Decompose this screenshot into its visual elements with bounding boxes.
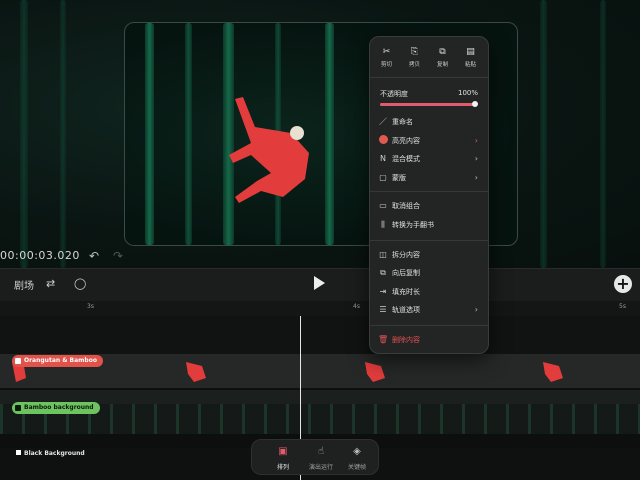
nav-arrange[interactable]: 排列 xyxy=(262,462,304,471)
arrange-icon[interactable]: ▣ xyxy=(262,446,304,457)
play-button[interactable] xyxy=(314,276,325,290)
track-label-bamboo[interactable]: Bamboo background xyxy=(12,402,100,414)
bamboo-stalk xyxy=(20,0,28,268)
scissors-icon: ✂ xyxy=(382,47,391,57)
fill-duration-icon: ⇥ xyxy=(379,287,387,296)
split-icon: ◫ xyxy=(379,250,387,259)
redo-icon[interactable]: ↷ xyxy=(113,249,123,263)
paste-icon: ▤ xyxy=(466,47,475,57)
track-label-orangutan[interactable]: Orangutan & Bamboo xyxy=(12,355,103,367)
menu-ungroup[interactable]: ▭ 取消组合 xyxy=(378,199,480,213)
cut-action[interactable]: ✂ 剪切 xyxy=(373,47,400,68)
menu-delete[interactable]: 🗑 删除内容 xyxy=(378,333,480,347)
chevron-right-icon: › xyxy=(474,173,478,182)
empty-track-area xyxy=(0,316,640,354)
opacity-slider[interactable] xyxy=(380,101,478,107)
add-button[interactable]: + xyxy=(614,275,632,293)
context-menu: ✂ 剪切 ⎘ 拷贝 ⧉ 复制 ▤ 粘贴 不透明度 100% ／重命名 高亮内容 › N 混合… xyxy=(369,36,489,354)
ruler-tick: 4s xyxy=(353,303,360,310)
checkbox[interactable] xyxy=(16,450,21,455)
paste-action[interactable]: ▤ 粘贴 xyxy=(457,47,484,68)
clip-thumbnail xyxy=(543,362,563,382)
undo-icon[interactable]: ↶ xyxy=(89,249,99,263)
comment-icon[interactable]: ◯ xyxy=(74,277,86,290)
menu-blend-mode[interactable]: N 混合模式 › xyxy=(378,152,480,166)
menu-fill-duration[interactable]: ⇥ 填充时长 xyxy=(378,285,480,299)
opacity-fill xyxy=(380,103,476,106)
chevron-right-icon: › xyxy=(474,305,478,314)
highlight-color-icon xyxy=(378,134,388,148)
chevron-right-icon: › xyxy=(474,136,478,145)
flipbook-icon: ⫼ xyxy=(381,220,385,229)
nav-keyframe[interactable]: 关键帧 xyxy=(336,462,378,471)
copy-back-icon: ⧉ xyxy=(380,268,386,277)
bamboo-stalk xyxy=(60,0,66,268)
menu-copy-back[interactable]: ⧉ 向后复制 xyxy=(378,266,480,280)
trash-icon: 🗑 xyxy=(378,335,389,344)
blend-icon: N xyxy=(380,154,386,163)
menu-highlight[interactable]: 高亮内容 › xyxy=(378,134,480,148)
clip-thumbnail xyxy=(186,362,206,382)
orangutan-figure[interactable] xyxy=(221,93,321,203)
menu-split[interactable]: ◫ 拆分内容 xyxy=(378,248,480,262)
bamboo-stalk xyxy=(145,23,154,245)
scene-button[interactable]: 剧场 xyxy=(14,277,34,292)
menu-mask[interactable]: ▢ 蒙版 › xyxy=(378,171,480,185)
ruler-tick: 5s xyxy=(619,303,626,310)
bamboo-stalk xyxy=(540,0,547,268)
track-label-black[interactable]: Black Background xyxy=(16,450,85,457)
timecode: 00:00:03.020 xyxy=(0,249,80,262)
copy-action[interactable]: ⎘ 拷贝 xyxy=(401,47,428,68)
ruler-tick: 3s xyxy=(87,303,94,310)
bamboo-stalk xyxy=(600,0,606,268)
bamboo-stalk xyxy=(185,23,192,245)
slider-thumb[interactable] xyxy=(472,101,478,107)
mask-icon: ▢ xyxy=(379,173,387,182)
time-ruler[interactable]: 3s 4s 5s xyxy=(0,301,640,317)
bottom-nav: ▣ 排列 ☝ 演出运行 ◈ 关键帧 xyxy=(251,439,379,475)
opacity-label: 不透明度 xyxy=(380,90,408,98)
menu-track-options[interactable]: ☰ 轨道选项 › xyxy=(378,303,480,317)
chevron-right-icon: › xyxy=(474,154,478,163)
adjust-icon[interactable]: ⇄ xyxy=(46,277,55,290)
ungroup-icon: ▭ xyxy=(379,201,387,210)
duplicate-icon: ⧉ xyxy=(439,47,446,57)
menu-flipbook[interactable]: ⫼ 转换为手翻书 xyxy=(378,218,480,232)
track-options-icon: ☰ xyxy=(379,305,387,314)
menu-rename[interactable]: ／重命名 xyxy=(378,115,480,129)
copy-icon: ⎘ xyxy=(410,47,419,57)
keyframe-icon[interactable]: ◈ xyxy=(336,446,378,457)
opacity-value: 100% xyxy=(457,89,478,97)
pencil-icon: ／ xyxy=(379,117,387,126)
bamboo-stalk xyxy=(325,23,334,245)
duplicate-action[interactable]: ⧉ 复制 xyxy=(429,47,456,68)
clip-thumbnail xyxy=(365,362,385,382)
